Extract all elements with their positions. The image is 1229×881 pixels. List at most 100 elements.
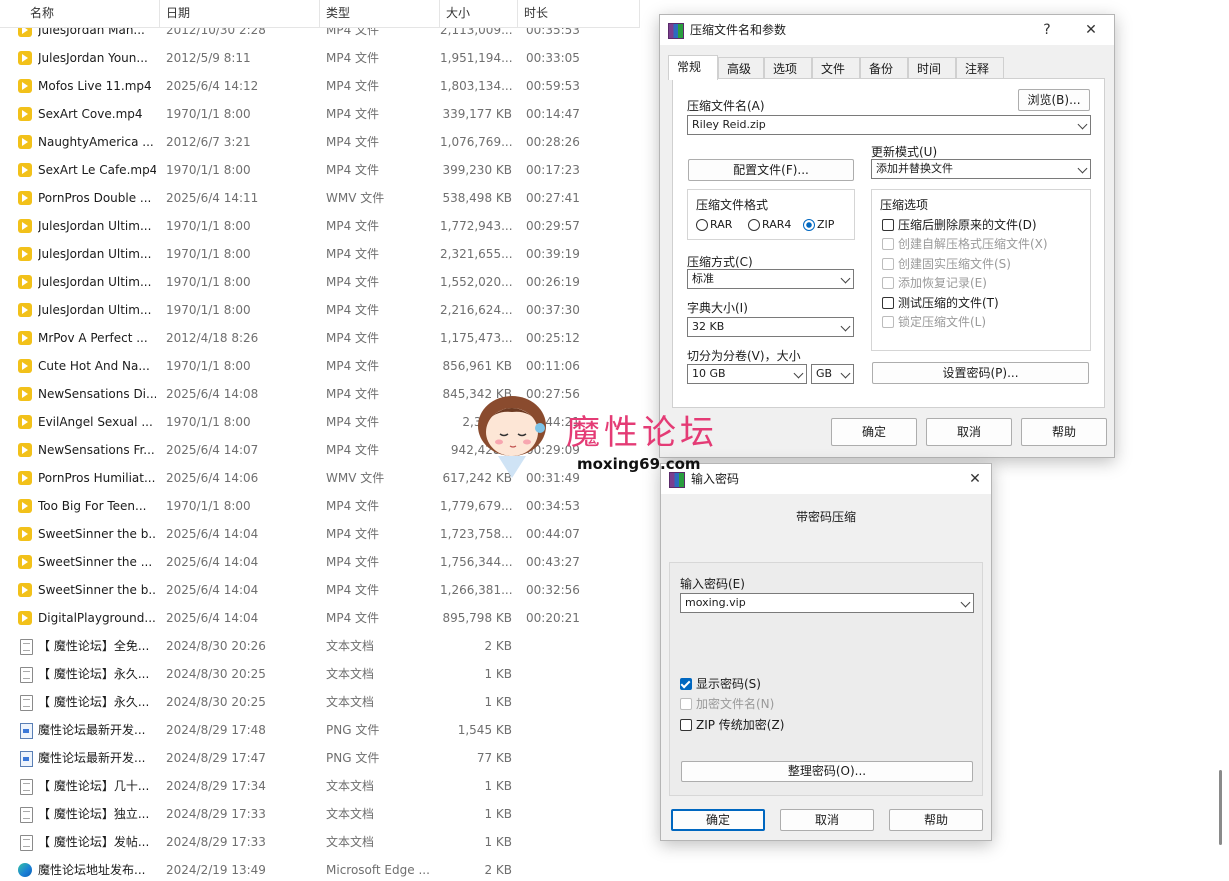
option-recovery[interactable]: 添加恢复记录(E) (882, 276, 987, 290)
file-row[interactable]: 【 魔性论坛】永久... 2024/8/30 20:25 文本文档 1 KB (0, 660, 640, 688)
tab-files[interactable]: 文件 (812, 57, 860, 79)
file-row[interactable]: SexArt Cove.mp4 1970/1/1 8:00 MP4 文件 339,17… (0, 100, 640, 128)
file-row[interactable]: JulesJordan Ultim... 1970/1/1 8:00 MP4 文件 1… (0, 268, 640, 296)
file-name: JulesJordan Ultim... (38, 275, 152, 289)
column-header-name[interactable]: 名称 (24, 0, 160, 27)
password-ok-button[interactable]: 确定 (671, 809, 765, 831)
method-select[interactable]: 标准 (687, 269, 854, 289)
show-password-checkbox[interactable]: 显示密码(S) (680, 677, 761, 691)
column-header-type[interactable]: 类型 (320, 0, 440, 27)
tab-options[interactable]: 选项 (764, 57, 812, 79)
file-row[interactable]: Cute Hot And Na... 1970/1/1 8:00 MP4 文件 856… (0, 352, 640, 380)
file-type: MP4 文件 (326, 583, 380, 597)
column-header-date[interactable]: 日期 (160, 0, 320, 27)
encrypt-names-checkbox[interactable]: 加密文件名(N) (680, 697, 774, 711)
watermark-url: moxing69.com (577, 455, 701, 473)
chevron-down-icon[interactable] (840, 273, 851, 284)
file-row[interactable]: 魔性论坛地址发布... 2024/2/19 13:49 Microsoft Edge… (0, 856, 640, 881)
column-header-size[interactable]: 大小 (440, 0, 518, 27)
chevron-down-icon[interactable] (840, 368, 851, 379)
file-row[interactable]: SweetSinner the ... 2025/6/4 14:04 MP4 文件 1… (0, 548, 640, 576)
file-row[interactable]: SweetSinner the b... 2025/6/4 14:04 MP4 文件… (0, 520, 640, 548)
file-row[interactable]: JulesJordan Youn... 2012/5/9 8:11 MP4 文件 1,… (0, 44, 640, 72)
column-header-duration[interactable]: 时长 (518, 0, 640, 27)
file-row[interactable]: Mofos Live 11.mp4 2025/6/4 14:12 MP4 文件 1,8… (0, 72, 640, 100)
file-name: JulesJordan Ultim... (38, 247, 152, 261)
file-row[interactable]: 魔性论坛最新开发... 2024/8/29 17:47 PNG 文件 77 KB (0, 744, 640, 772)
file-size: 1 KB (484, 807, 512, 821)
file-row[interactable]: JulesJordan Ultim... 1970/1/1 8:00 MP4 文件 1… (0, 212, 640, 240)
chevron-down-icon[interactable] (840, 321, 851, 332)
archive-name-input[interactable]: Riley Reid.zip (687, 115, 1091, 135)
file-row[interactable]: 【 魔性论坛】独立... 2024/8/29 17:33 文本文档 1 KB (0, 800, 640, 828)
format-radio-zip[interactable]: ZIP (803, 218, 834, 232)
file-row[interactable]: 【 魔性论坛】永久... 2024/8/30 20:25 文本文档 1 KB (0, 688, 640, 716)
file-type: 文本文档 (326, 807, 375, 821)
chevron-down-icon[interactable] (793, 368, 804, 379)
file-row[interactable]: JulesJordan Ultim... 1970/1/1 8:00 MP4 文件 2… (0, 240, 640, 268)
option-lock[interactable]: 锁定压缩文件(L) (882, 315, 986, 329)
file-row[interactable]: 【 魔性论坛】几十... 2024/8/29 17:34 文本文档 1 KB (0, 772, 640, 800)
file-date: 1970/1/1 8:00 (166, 303, 251, 317)
format-radio-rar[interactable]: RAR (696, 218, 732, 232)
dict-select[interactable]: 32 KB (687, 317, 854, 337)
file-size: 1,266,381... (440, 583, 512, 597)
file-size: 538,498 KB (442, 191, 512, 205)
file-row[interactable]: NaughtyAmerica ... 2012/6/7 3:21 MP4 文件 1,0… (0, 128, 640, 156)
close-icon[interactable]: ✕ (958, 464, 992, 494)
close-icon[interactable]: ✕ (1074, 15, 1108, 45)
tab-comment[interactable]: 注释 (956, 57, 1004, 79)
file-row[interactable]: MrPov A Perfect ... 2012/4/18 8:26 MP4 文件 1… (0, 324, 640, 352)
file-duration: 00:32:56 (526, 583, 580, 597)
file-row[interactable]: DigitalPlayground... 2025/6/4 14:04 MP4 文件… (0, 604, 640, 632)
file-name: SweetSinner the b... (38, 527, 156, 541)
file-type: MP4 文件 (326, 415, 380, 429)
archive-help-button[interactable]: 帮助 (1021, 418, 1107, 446)
tab-time[interactable]: 时间 (908, 57, 956, 79)
file-duration (526, 856, 626, 881)
option-test[interactable]: 测试压缩的文件(T) (882, 296, 999, 310)
file-duration: 00:39:19 (526, 247, 580, 261)
password-dialog-titlebar[interactable]: 输入密码 ✕ (661, 464, 991, 494)
option-sfx[interactable]: 创建自解压格式压缩文件(X) (882, 237, 1048, 251)
file-row[interactable]: PornPros Double ... 2025/6/4 14:11 WMV 文件 5… (0, 184, 640, 212)
tab-advanced[interactable]: 高级 (718, 57, 764, 79)
file-name: NewSensations Di... (38, 387, 156, 401)
file-row[interactable]: 【 魔性论坛】全免... 2024/8/30 20:26 文本文档 2 KB (0, 632, 640, 660)
update-mode-select[interactable]: 添加并替换文件 (871, 159, 1091, 179)
organize-passwords-button[interactable]: 整理密码(O)... (681, 761, 973, 782)
chevron-down-icon[interactable] (1077, 119, 1088, 130)
split-unit-select[interactable]: GB (811, 364, 854, 384)
format-radio-rar4[interactable]: RAR4 (748, 218, 791, 232)
file-row[interactable]: SexArt Le Cafe.mp4 1970/1/1 8:00 MP4 文件 399… (0, 156, 640, 184)
file-date: 2024/2/19 13:49 (166, 863, 266, 877)
password-value: moxing.vip (685, 596, 746, 609)
file-row[interactable]: JulesJordan Ultim... 1970/1/1 8:00 MP4 文件 2… (0, 296, 640, 324)
tab-backup[interactable]: 备份 (860, 57, 908, 79)
option-delete-after[interactable]: 压缩后删除原来的文件(D) (882, 218, 1037, 232)
file-row[interactable]: 【 魔性论坛】发帖... 2024/8/29 17:33 文本文档 1 KB (0, 828, 640, 856)
chevron-down-icon[interactable] (960, 597, 971, 608)
archive-ok-button[interactable]: 确定 (831, 418, 917, 446)
split-size-select[interactable]: 10 GB (687, 364, 807, 384)
file-type: 文本文档 (326, 639, 375, 653)
profiles-button[interactable]: 配置文件(F)... (688, 159, 854, 181)
set-password-button[interactable]: 设置密码(P)... (872, 362, 1089, 384)
zip-legacy-checkbox[interactable]: ZIP 传统加密(Z) (680, 718, 784, 732)
tab-general[interactable]: 常规 (668, 55, 718, 80)
password-input[interactable]: moxing.vip (680, 593, 974, 613)
archive-cancel-button[interactable]: 取消 (926, 418, 1012, 446)
option-solid[interactable]: 创建固实压缩文件(S) (882, 257, 1011, 271)
file-row[interactable]: Too Big For Teen... 1970/1/1 8:00 MP4 文件 1,… (0, 492, 640, 520)
chevron-down-icon[interactable] (1077, 163, 1088, 174)
file-date: 2024/8/29 17:47 (166, 751, 266, 765)
video-file-icon (18, 359, 32, 373)
file-row[interactable]: SweetSinner the b... 2025/6/4 14:04 MP4 文件… (0, 576, 640, 604)
file-row[interactable]: 魔性论坛最新开发... 2024/8/29 17:48 PNG 文件 1,545 KB (0, 716, 640, 744)
help-icon[interactable]: ? (1030, 15, 1064, 45)
browse-button[interactable]: 浏览(B)... (1018, 89, 1090, 111)
archive-dialog-titlebar[interactable]: 压缩文件名和参数 ? ✕ (660, 15, 1114, 45)
password-cancel-button[interactable]: 取消 (780, 809, 874, 831)
scrollbar-thumb[interactable] (1219, 770, 1222, 845)
password-help-button[interactable]: 帮助 (889, 809, 983, 831)
